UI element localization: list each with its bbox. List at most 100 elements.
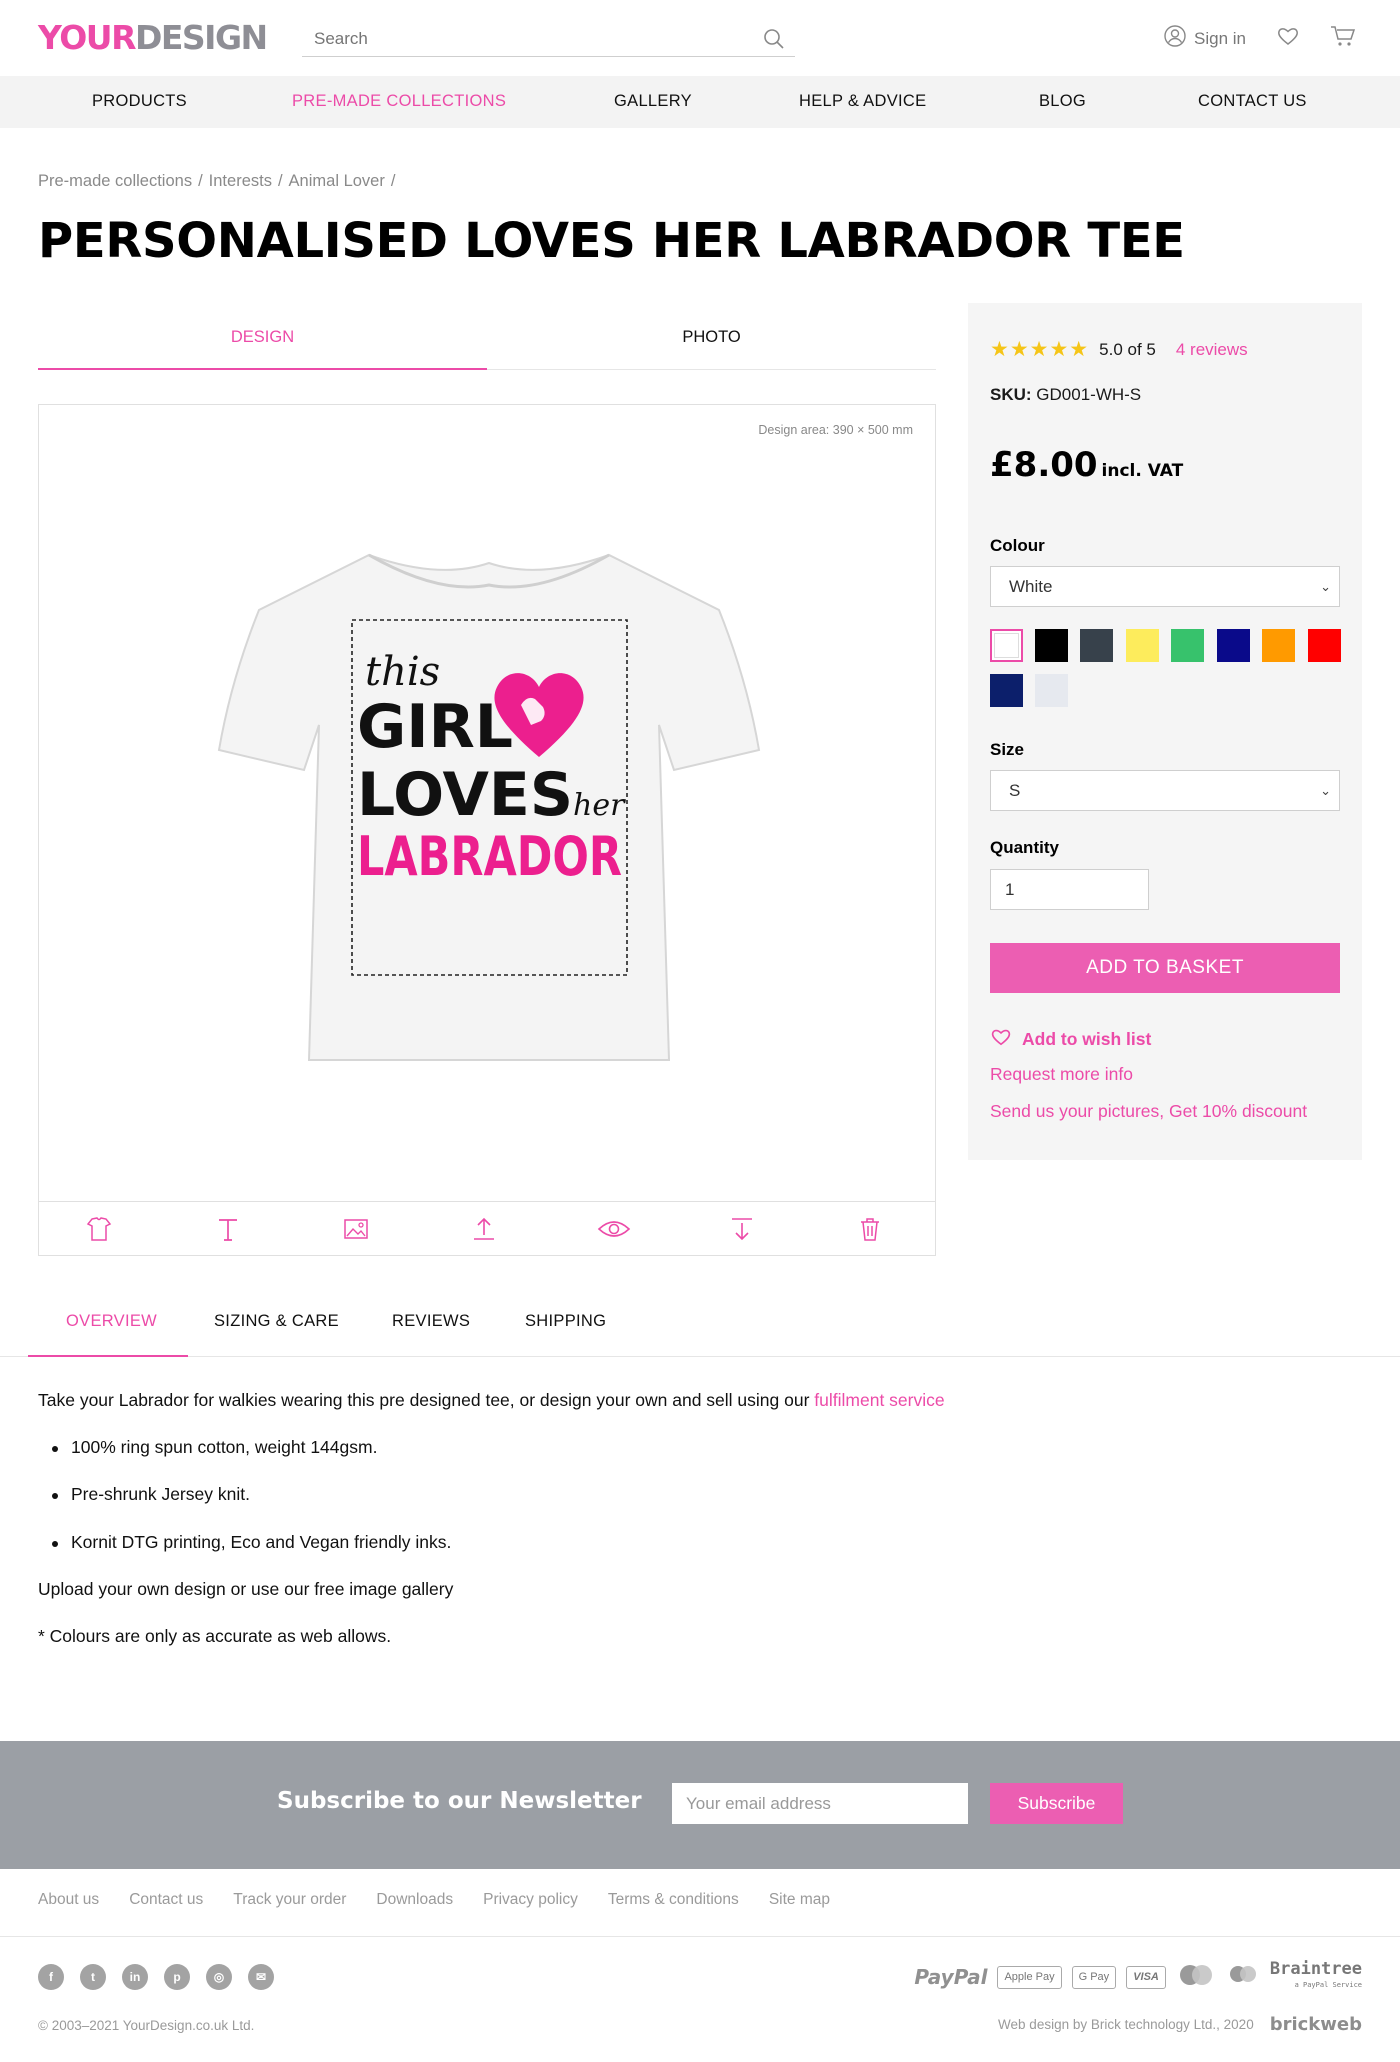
- rating: ★★★★★ 5.0 of 5 4 reviews: [990, 337, 1248, 362]
- reviews-link[interactable]: 4 reviews: [1176, 340, 1248, 360]
- nav-help-advice[interactable]: HELP & ADVICE: [799, 92, 926, 111]
- fulfilment-service-link[interactable]: fulfilment service: [814, 1390, 944, 1410]
- active-tab-indicator: [28, 1355, 188, 1357]
- header-actions: Sign in: [1164, 24, 1356, 53]
- search-icon[interactable]: [763, 28, 785, 55]
- swatch-charcoal[interactable]: [1080, 629, 1113, 662]
- artwork-this: this: [365, 649, 440, 695]
- linkedin-icon[interactable]: in: [122, 1964, 148, 1990]
- quantity-input[interactable]: 1: [990, 869, 1149, 910]
- breadcrumb-item[interactable]: Animal Lover: [289, 172, 385, 190]
- subscribe-button[interactable]: Subscribe: [990, 1783, 1123, 1824]
- footer-link-about[interactable]: About us: [38, 1891, 99, 1909]
- add-to-basket-button[interactable]: ADD TO BASKET: [990, 943, 1340, 993]
- breadcrumb: Pre-made collections / Interests / Animal Lo…: [38, 172, 396, 190]
- tshirt-preview[interactable]: this GIRL LOVES her LABRADOR: [199, 525, 779, 1085]
- swatch-light-grey[interactable]: [1035, 674, 1068, 707]
- trash-icon[interactable]: [855, 1215, 885, 1243]
- size-label: Size: [990, 740, 1025, 759]
- footer-links: About us Contact us Track your order Dow…: [38, 1891, 830, 1909]
- search-input[interactable]: [302, 24, 742, 54]
- wishlist-heart-icon[interactable]: [1276, 25, 1300, 52]
- footer-link-terms[interactable]: Terms & conditions: [608, 1891, 739, 1909]
- brickweb-logo[interactable]: brickweb: [1270, 2014, 1362, 2035]
- sign-in-link[interactable]: Sign in: [1164, 25, 1246, 52]
- artwork-loves: LOVES: [357, 760, 573, 830]
- list-item: Pre-shrunk Jersey knit.: [71, 1484, 250, 1504]
- swatch-orange[interactable]: [1262, 629, 1295, 662]
- tab-sizing-care[interactable]: SIZING & CARE: [214, 1312, 339, 1331]
- bullet-dot: [52, 1493, 58, 1499]
- text-tool-icon[interactable]: [213, 1215, 243, 1243]
- swatch-navy[interactable]: [990, 674, 1023, 707]
- rating-text: 5.0 of 5: [1099, 339, 1156, 359]
- price-value: £8.00: [990, 445, 1098, 485]
- google-pay-logo: G Pay: [1071, 1965, 1117, 1989]
- nav-gallery[interactable]: GALLERY: [614, 92, 692, 111]
- social-links: f t in p ◎ ✉: [38, 1964, 274, 1990]
- nav-blog[interactable]: BLOG: [1039, 92, 1086, 111]
- bullet-dot: [52, 1541, 58, 1547]
- chevron-down-icon: ⌄: [1320, 783, 1331, 798]
- design-toolbar: [39, 1201, 935, 1255]
- heart-icon: [990, 1027, 1012, 1052]
- footer-link-contact[interactable]: Contact us: [129, 1891, 203, 1909]
- footer-link-sitemap[interactable]: Site map: [769, 1891, 830, 1909]
- pinterest-icon[interactable]: p: [164, 1964, 190, 1990]
- footer-link-privacy[interactable]: Privacy policy: [483, 1891, 578, 1909]
- cart-icon[interactable]: [1330, 24, 1356, 53]
- add-to-wishlist-link[interactable]: Add to wish list: [990, 1027, 1151, 1052]
- nav-pre-made-collections[interactable]: PRE-MADE COLLECTIONS: [292, 92, 506, 111]
- nav-products[interactable]: PRODUCTS: [92, 92, 187, 111]
- overview-colour-note: * Colours are only as accurate as web al…: [38, 1626, 392, 1646]
- maestro-logo: [1226, 1963, 1260, 1992]
- swatch-red[interactable]: [1308, 629, 1341, 662]
- swatch-white[interactable]: [990, 629, 1023, 662]
- size-select[interactable]: S ⌄: [990, 770, 1340, 811]
- tab-shipping[interactable]: SHIPPING: [525, 1312, 606, 1331]
- visa-logo: VISA: [1126, 1965, 1166, 1989]
- quantity-label: Quantity: [990, 838, 1059, 857]
- bullet-dot: [52, 1446, 58, 1452]
- request-info-link[interactable]: Request more info: [990, 1064, 1133, 1085]
- search-bar: [302, 24, 795, 57]
- tshirt-icon[interactable]: [84, 1215, 114, 1243]
- swatch-green[interactable]: [1171, 629, 1204, 662]
- instagram-icon[interactable]: ◎: [206, 1964, 232, 1990]
- download-icon[interactable]: [727, 1215, 757, 1243]
- breadcrumb-item[interactable]: Pre-made collections: [38, 172, 192, 190]
- swatch-royal-blue[interactable]: [1217, 629, 1250, 662]
- colour-select[interactable]: White ⌄: [990, 566, 1340, 607]
- page-title: PERSONALISED LOVES HER LABRADOR TEE: [38, 213, 1185, 269]
- price: £8.00 incl. VAT: [990, 445, 1183, 485]
- tab-design[interactable]: DESIGN: [38, 304, 487, 370]
- tab-photo[interactable]: PHOTO: [487, 304, 936, 370]
- tab-overview[interactable]: OVERVIEW: [66, 1312, 157, 1331]
- preview-eye-icon[interactable]: [597, 1215, 631, 1243]
- overview-upload-text: Upload your own design or use our free i…: [38, 1579, 454, 1599]
- email-icon[interactable]: ✉: [248, 1964, 274, 1990]
- twitter-icon[interactable]: t: [80, 1964, 106, 1990]
- list-item: 100% ring spun cotton, weight 144gsm.: [71, 1437, 378, 1457]
- main-nav: PRODUCTS PRE-MADE COLLECTIONS GALLERY HE…: [0, 76, 1400, 128]
- nav-contact-us[interactable]: CONTACT US: [1198, 92, 1307, 111]
- breadcrumb-item[interactable]: Interests: [209, 172, 272, 190]
- image-tool-icon[interactable]: [341, 1215, 371, 1243]
- swatch-yellow[interactable]: [1126, 629, 1159, 662]
- logo[interactable]: YOURDESIGN: [38, 18, 268, 57]
- braintree-logo: Braintree a PayPal Service: [1269, 1959, 1362, 1990]
- artwork-labrador: LABRADOR: [357, 825, 622, 888]
- artwork-her: her: [573, 788, 626, 823]
- user-icon: [1164, 25, 1186, 52]
- footer-link-downloads[interactable]: Downloads: [376, 1891, 453, 1909]
- facebook-icon[interactable]: f: [38, 1964, 64, 1990]
- header: YOURDESIGN Sign in: [0, 0, 1400, 76]
- tab-reviews[interactable]: REVIEWS: [392, 1312, 470, 1331]
- design-canvas[interactable]: Design area: 390 × 500 mm this GIRL LOVE…: [38, 404, 936, 1256]
- footer-link-track-order[interactable]: Track your order: [233, 1891, 346, 1909]
- newsletter-email-input[interactable]: Your email address: [672, 1783, 968, 1824]
- sku: SKU: GD001-WH-S: [990, 385, 1142, 404]
- upload-icon[interactable]: [469, 1215, 499, 1243]
- send-pictures-link[interactable]: Send us your pictures, Get 10% discount: [990, 1101, 1307, 1122]
- swatch-black[interactable]: [1035, 629, 1068, 662]
